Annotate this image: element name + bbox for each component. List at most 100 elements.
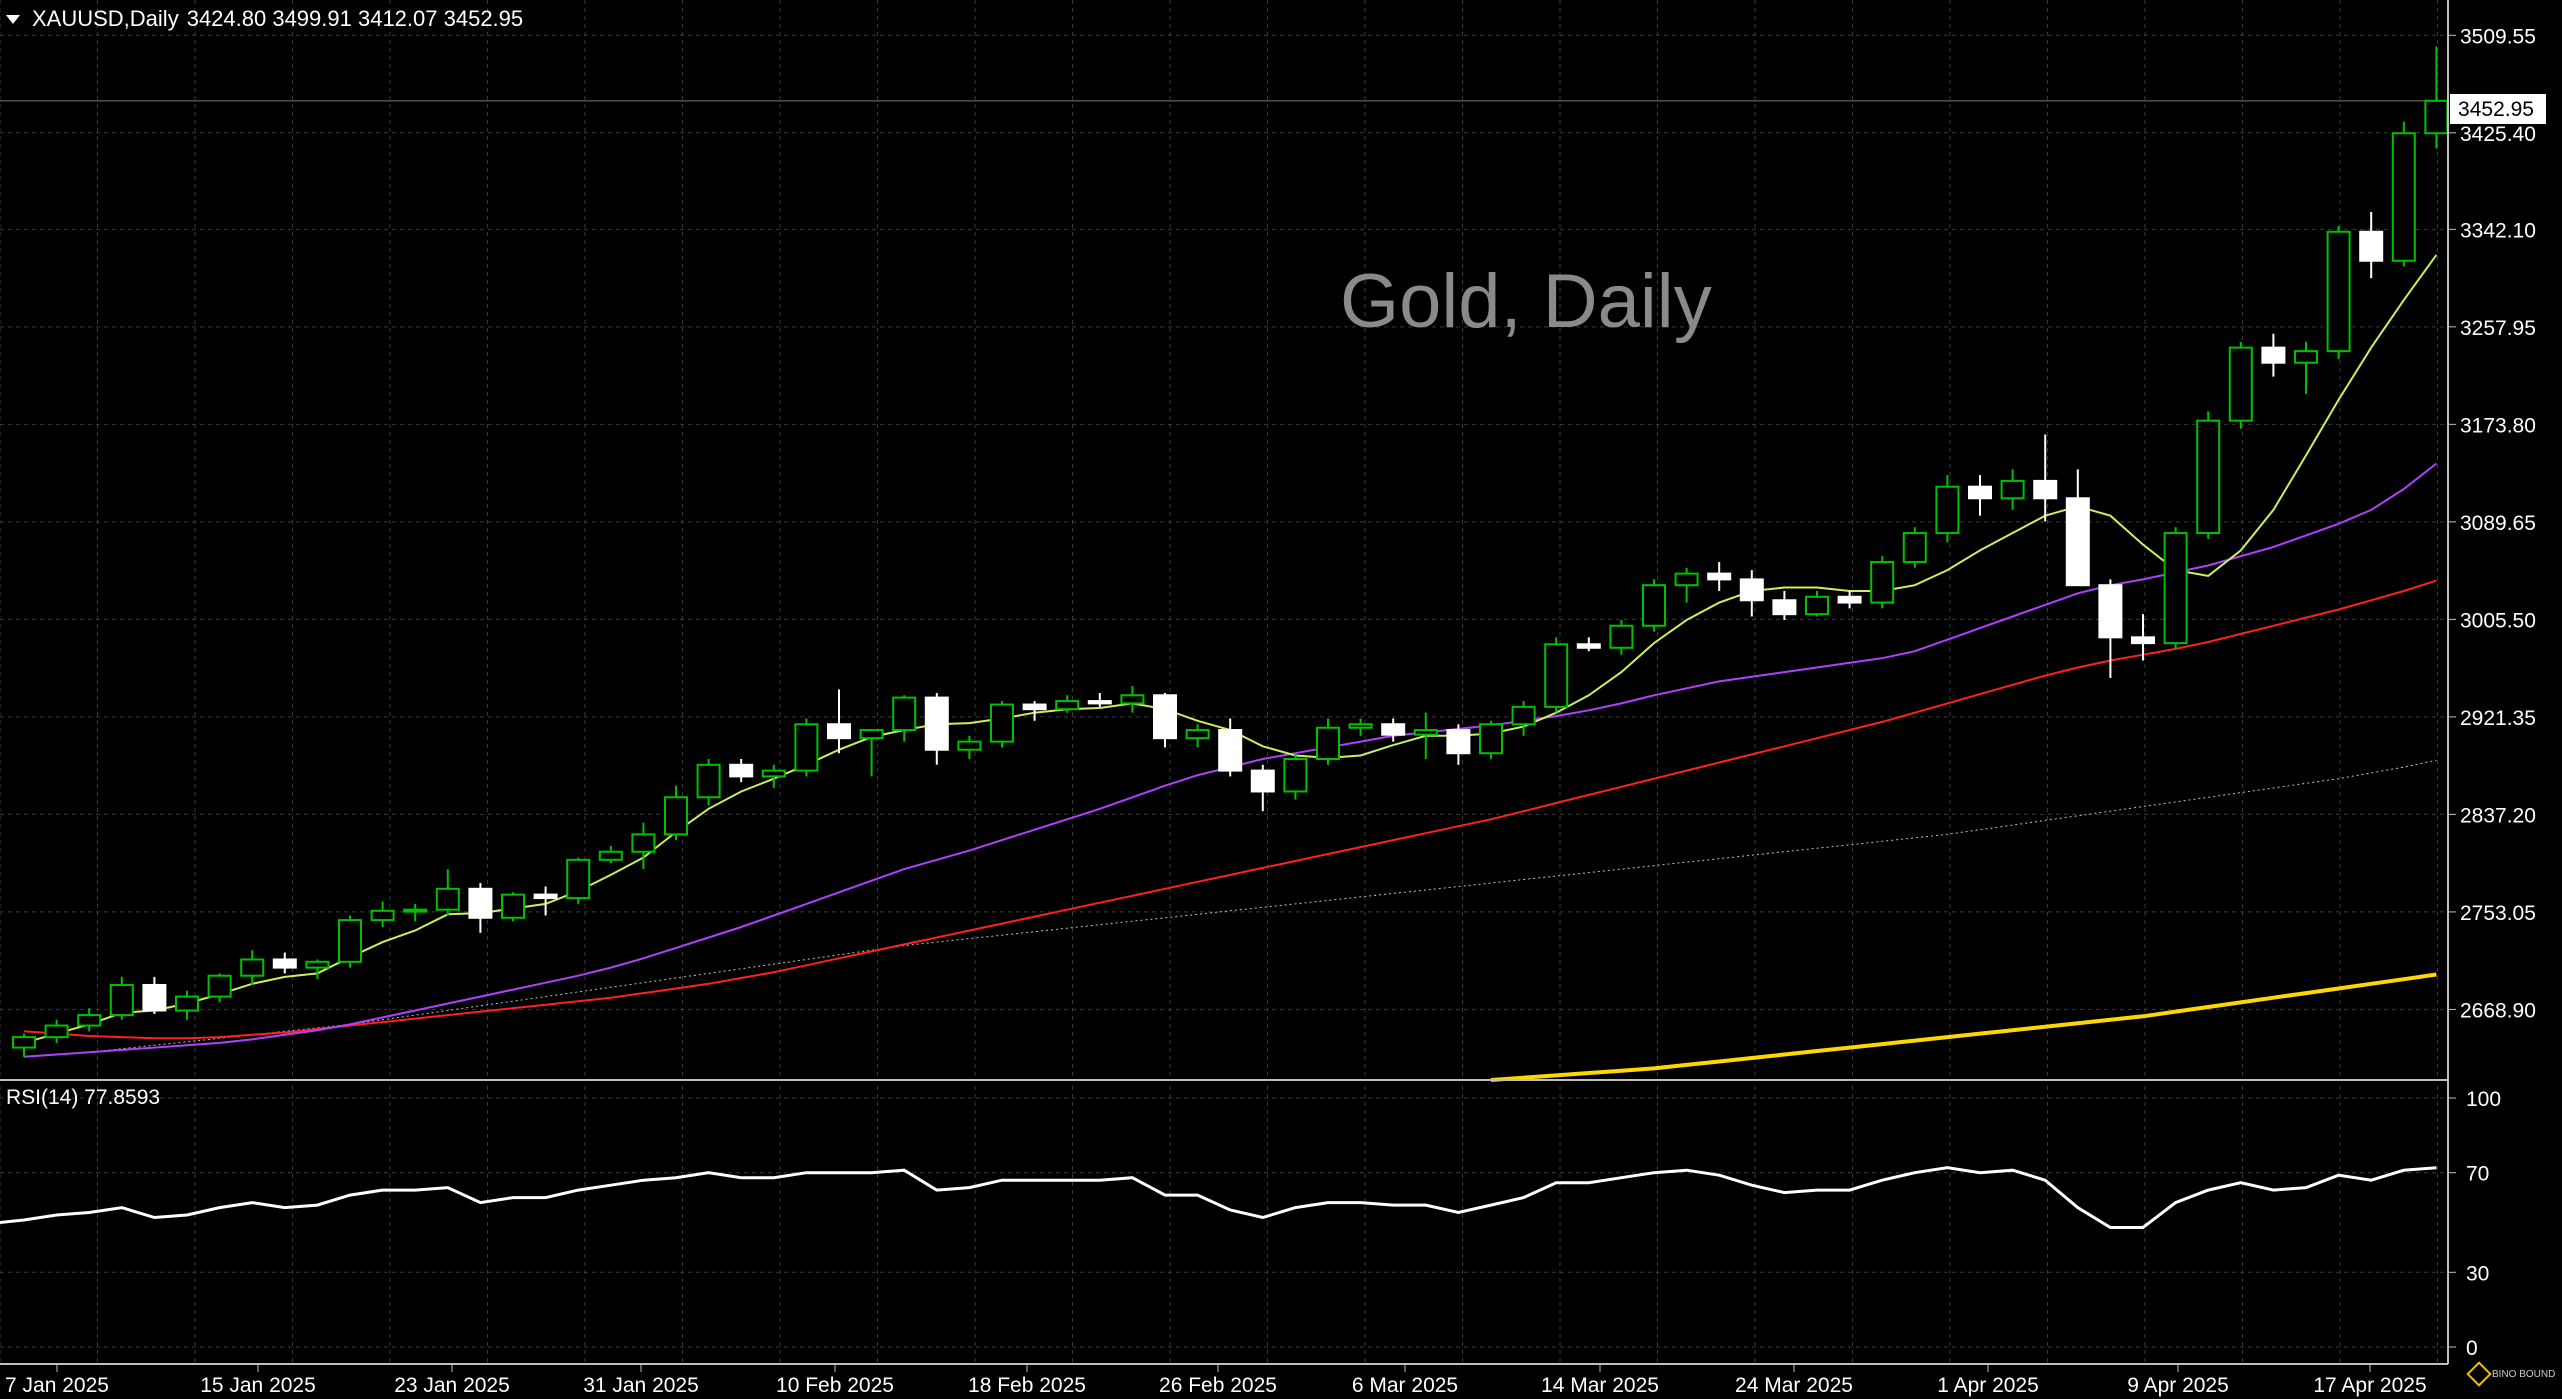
candle: [109, 976, 134, 1020]
candle: [729, 759, 754, 783]
rsi-label: RSI(14) 77.8593: [6, 1086, 161, 1109]
date-tick-label: 24 Mar 2025: [1735, 1374, 1853, 1397]
candle-body: [1935, 485, 1960, 535]
candle-body: [1968, 485, 1992, 500]
candle-body: [859, 729, 884, 740]
rsi-grid: [0, 1086, 2448, 1364]
broker-logo: BINO BOUND: [2466, 1361, 2555, 1387]
candle: [859, 729, 884, 777]
candle: [338, 915, 362, 968]
candle-body: [1153, 694, 1177, 740]
candle: [2196, 411, 2221, 539]
candle: [501, 892, 525, 922]
ma-long-line: [1490, 972, 2437, 1082]
candle-body: [2261, 346, 2286, 364]
candle: [2163, 527, 2188, 649]
date-tick-label: 17 Apr 2025: [2313, 1374, 2426, 1397]
candle-body: [1707, 572, 1732, 581]
candle: [1511, 701, 1536, 736]
ma-fast-line: [23, 254, 2438, 1044]
candle-body: [2359, 230, 2384, 262]
price-tick-label: 3425.40: [2460, 123, 2536, 146]
candle: [827, 689, 851, 754]
candle: [1870, 556, 1895, 609]
candle: [761, 764, 786, 788]
candlestick-series: [12, 46, 2449, 1057]
candle: [1446, 724, 1471, 765]
logo-diamond-icon: [2466, 1361, 2492, 1387]
candle: [77, 1008, 102, 1032]
candle: [1805, 590, 1829, 617]
price-tick-label: 3089.65: [2460, 512, 2536, 535]
rsi-tick-label: 70: [2466, 1163, 2489, 1186]
candle: [1479, 720, 1503, 760]
candle-body: [1479, 723, 1503, 755]
candle-body: [2228, 346, 2253, 422]
date-tick-label: 18 Feb 2025: [968, 1374, 1086, 1397]
candle: [2000, 469, 2025, 510]
moving-averages: [23, 254, 2438, 1082]
candle-body: [533, 893, 558, 900]
candle-body: [1022, 703, 1047, 711]
candle-body: [1120, 694, 1145, 705]
date-tick-label: 7 Jan 2025: [5, 1374, 109, 1397]
price-tick-label: 3005.50: [2460, 609, 2536, 632]
candle: [957, 735, 982, 760]
candle: [1283, 753, 1308, 800]
price-tick-label: 3257.95: [2460, 317, 2536, 340]
chart-watermark: Gold, Daily: [1340, 259, 1712, 344]
collapse-triangle-icon[interactable]: [6, 14, 20, 24]
candle: [2033, 434, 2058, 522]
candle: [924, 692, 949, 765]
price-tick-label: 2668.90: [2460, 999, 2536, 1022]
candle-body: [761, 769, 786, 778]
chart-canvas[interactable]: 3509.55 3425.40 3342.10 3257.95 3173.80 3089.…: [0, 0, 2562, 1399]
candle-body: [1446, 729, 1471, 755]
candle: [468, 883, 493, 933]
candle-body: [2000, 479, 2025, 500]
candle: [1576, 637, 1601, 652]
candle: [2261, 333, 2286, 377]
date-tick-label: 1 Apr 2025: [1937, 1374, 2039, 1397]
candle-body: [1185, 729, 1210, 740]
rsi-series: [0, 1166, 2437, 1229]
candle: [142, 976, 167, 1014]
candle: [1739, 570, 1764, 617]
current-price-tag: 3452.95: [2450, 94, 2546, 124]
candle: [44, 1019, 69, 1043]
candle-body: [1902, 532, 1927, 564]
candle-body: [403, 908, 428, 913]
candle-body: [1381, 723, 1406, 736]
candle-body: [305, 960, 330, 969]
candle-body: [729, 763, 754, 778]
candle-body: [664, 796, 688, 836]
candle-body: [1642, 584, 1666, 627]
candle-body: [501, 893, 525, 919]
candle-body: [272, 958, 297, 969]
candle-body: [2196, 419, 2221, 535]
price-axis: 3509.55 3425.40 3342.10 3257.95 3173.80 3089.…: [2448, 25, 2536, 1022]
candle: [892, 695, 917, 742]
symbol-header: XAUUSD,Daily 3424.80 3499.91 3412.07 345…: [6, 6, 523, 32]
candle-body: [1316, 726, 1340, 761]
candle-body: [2033, 479, 2058, 500]
candle-body: [1087, 700, 1112, 705]
date-tick-label: 26 Feb 2025: [1159, 1374, 1277, 1397]
candle-body: [1772, 599, 1797, 616]
candle: [207, 973, 232, 1003]
candle: [598, 845, 623, 864]
current-price-label: 3452.95: [2458, 98, 2534, 121]
candle: [1087, 692, 1112, 707]
candle: [1935, 475, 1960, 543]
date-tick-label: 6 Mar 2025: [1352, 1374, 1458, 1397]
candle: [1153, 692, 1177, 748]
candle: [1544, 637, 1569, 713]
candle: [1707, 562, 1732, 591]
candle: [12, 1033, 36, 1057]
candle: [1674, 567, 1699, 603]
candle-body: [109, 983, 134, 1017]
candle-body: [1348, 723, 1373, 729]
rsi-tick-label: 100: [2466, 1088, 2501, 1111]
candle: [2228, 341, 2253, 429]
candle-body: [1674, 572, 1699, 587]
